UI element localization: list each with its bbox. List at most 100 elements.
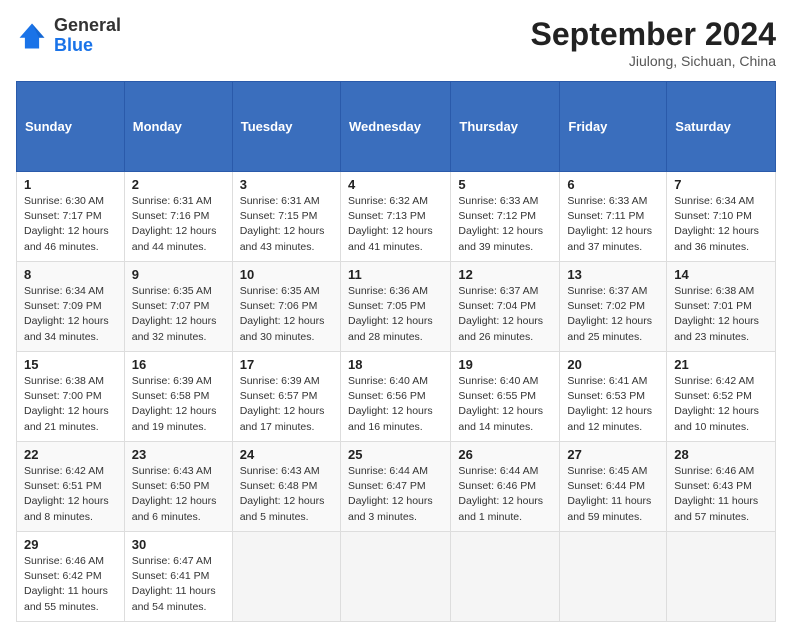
calendar-cell: 17 Sunrise: 6:39 AMSunset: 6:57 PMDayligh… bbox=[232, 352, 340, 442]
day-number: 10 bbox=[240, 267, 333, 282]
calendar-cell: 5 Sunrise: 6:33 AMSunset: 7:12 PMDaylight… bbox=[451, 172, 560, 262]
calendar-cell: 2Sunrise: 6:31 AMSunset: 7:16 PMDaylight… bbox=[124, 172, 232, 262]
calendar-cell: 6 Sunrise: 6:33 AMSunset: 7:11 PMDaylight… bbox=[560, 172, 667, 262]
calendar-cell: 3 Sunrise: 6:31 AMSunset: 7:15 PMDaylight… bbox=[232, 172, 340, 262]
day-number: 11 bbox=[348, 267, 443, 282]
cell-text: Sunrise: 6:45 AMSunset: 6:44 PMDaylight:… bbox=[567, 464, 659, 525]
logo: General Blue bbox=[16, 16, 121, 56]
day-number: 8 bbox=[24, 267, 117, 282]
cell-text: Sunrise: 6:42 AMSunset: 6:52 PMDaylight:… bbox=[674, 374, 768, 435]
day-number: 23 bbox=[132, 447, 225, 462]
cell-text: Sunrise: 6:33 AMSunset: 7:12 PMDaylight:… bbox=[458, 194, 552, 255]
cell-text: Sunrise: 6:40 AMSunset: 6:56 PMDaylight:… bbox=[348, 374, 443, 435]
calendar-cell: 14 Sunrise: 6:38 AMSunset: 7:01 PMDayligh… bbox=[667, 262, 776, 352]
calendar-cell: 30 Sunrise: 6:47 AMSunset: 6:41 PMDayligh… bbox=[124, 532, 232, 622]
calendar-cell bbox=[451, 532, 560, 622]
calendar-cell: 29 Sunrise: 6:46 AMSunset: 6:42 PMDayligh… bbox=[17, 532, 125, 622]
col-header-friday: Friday bbox=[560, 82, 667, 172]
cell-text: Sunrise: 6:40 AMSunset: 6:55 PMDaylight:… bbox=[458, 374, 552, 435]
cell-text: Sunrise: 6:39 AMSunset: 6:58 PMDaylight:… bbox=[132, 374, 225, 435]
day-number: 18 bbox=[348, 357, 443, 372]
calendar-cell bbox=[667, 532, 776, 622]
day-number: 1 bbox=[24, 177, 117, 192]
cell-text: Sunrise: 6:33 AMSunset: 7:11 PMDaylight:… bbox=[567, 194, 659, 255]
calendar-cell: 4Sunrise: 6:32 AMSunset: 7:13 PMDaylight… bbox=[340, 172, 450, 262]
cell-text: Sunrise: 6:44 AMSunset: 6:47 PMDaylight:… bbox=[348, 464, 443, 525]
cell-text: Sunrise: 6:35 AMSunset: 7:07 PMDaylight:… bbox=[132, 284, 225, 345]
title-block: September 2024 Jiulong, Sichuan, China bbox=[531, 16, 776, 69]
cell-text: Sunrise: 6:36 AMSunset: 7:05 PMDaylight:… bbox=[348, 284, 443, 345]
day-number: 22 bbox=[24, 447, 117, 462]
logo-text: General Blue bbox=[54, 16, 121, 56]
calendar-cell bbox=[340, 532, 450, 622]
cell-text: Sunrise: 6:34 AMSunset: 7:10 PMDaylight:… bbox=[674, 194, 768, 255]
calendar-cell: 26 Sunrise: 6:44 AMSunset: 6:46 PMDayligh… bbox=[451, 442, 560, 532]
cell-text: Sunrise: 6:46 AMSunset: 6:42 PMDaylight:… bbox=[24, 554, 117, 615]
calendar-table: SundayMondayTuesdayWednesdayThursdayFrid… bbox=[16, 81, 776, 622]
day-number: 26 bbox=[458, 447, 552, 462]
calendar-cell: 9 Sunrise: 6:35 AMSunset: 7:07 PMDaylight… bbox=[124, 262, 232, 352]
day-number: 6 bbox=[567, 177, 659, 192]
calendar-cell: 28 Sunrise: 6:46 AMSunset: 6:43 PMDayligh… bbox=[667, 442, 776, 532]
day-number: 27 bbox=[567, 447, 659, 462]
calendar-cell: 7 Sunrise: 6:34 AMSunset: 7:10 PMDaylight… bbox=[667, 172, 776, 262]
day-number: 16 bbox=[132, 357, 225, 372]
col-header-thursday: Thursday bbox=[451, 82, 560, 172]
day-number: 12 bbox=[458, 267, 552, 282]
day-number: 21 bbox=[674, 357, 768, 372]
cell-text: Sunrise: 6:31 AMSunset: 7:16 PMDaylight:… bbox=[132, 194, 225, 255]
day-number: 30 bbox=[132, 537, 225, 552]
calendar-cell: 12 Sunrise: 6:37 AMSunset: 7:04 PMDayligh… bbox=[451, 262, 560, 352]
cell-text: Sunrise: 6:43 AMSunset: 6:50 PMDaylight:… bbox=[132, 464, 225, 525]
day-number: 29 bbox=[24, 537, 117, 552]
calendar-cell: 22Sunrise: 6:42 AMSunset: 6:51 PMDayligh… bbox=[17, 442, 125, 532]
cell-text: Sunrise: 6:37 AMSunset: 7:04 PMDaylight:… bbox=[458, 284, 552, 345]
cell-text: Sunrise: 6:34 AMSunset: 7:09 PMDaylight:… bbox=[24, 284, 117, 345]
calendar-cell: 24 Sunrise: 6:43 AMSunset: 6:48 PMDayligh… bbox=[232, 442, 340, 532]
location: Jiulong, Sichuan, China bbox=[531, 53, 776, 69]
calendar-cell: 21 Sunrise: 6:42 AMSunset: 6:52 PMDayligh… bbox=[667, 352, 776, 442]
calendar-cell: 8 Sunrise: 6:34 AMSunset: 7:09 PMDaylight… bbox=[17, 262, 125, 352]
logo-icon bbox=[16, 20, 48, 52]
calendar-cell bbox=[232, 532, 340, 622]
day-number: 19 bbox=[458, 357, 552, 372]
calendar-cell: 25 Sunrise: 6:44 AMSunset: 6:47 PMDayligh… bbox=[340, 442, 450, 532]
cell-text: Sunrise: 6:37 AMSunset: 7:02 PMDaylight:… bbox=[567, 284, 659, 345]
cell-text: Sunrise: 6:43 AMSunset: 6:48 PMDaylight:… bbox=[240, 464, 333, 525]
day-number: 3 bbox=[240, 177, 333, 192]
calendar-cell: 23 Sunrise: 6:43 AMSunset: 6:50 PMDayligh… bbox=[124, 442, 232, 532]
day-number: 5 bbox=[458, 177, 552, 192]
calendar-cell: 15Sunrise: 6:38 AMSunset: 7:00 PMDayligh… bbox=[17, 352, 125, 442]
day-number: 7 bbox=[674, 177, 768, 192]
cell-text: Sunrise: 6:47 AMSunset: 6:41 PMDaylight:… bbox=[132, 554, 225, 615]
cell-text: Sunrise: 6:31 AMSunset: 7:15 PMDaylight:… bbox=[240, 194, 333, 255]
day-number: 9 bbox=[132, 267, 225, 282]
col-header-tuesday: Tuesday bbox=[232, 82, 340, 172]
calendar-cell: 20Sunrise: 6:41 AMSunset: 6:53 PMDayligh… bbox=[560, 352, 667, 442]
cell-text: Sunrise: 6:39 AMSunset: 6:57 PMDaylight:… bbox=[240, 374, 333, 435]
calendar-cell: 18 Sunrise: 6:40 AMSunset: 6:56 PMDayligh… bbox=[340, 352, 450, 442]
cell-text: Sunrise: 6:35 AMSunset: 7:06 PMDaylight:… bbox=[240, 284, 333, 345]
day-number: 24 bbox=[240, 447, 333, 462]
day-number: 4 bbox=[348, 177, 443, 192]
calendar-cell: 11 Sunrise: 6:36 AMSunset: 7:05 PMDayligh… bbox=[340, 262, 450, 352]
day-number: 17 bbox=[240, 357, 333, 372]
cell-text: Sunrise: 6:44 AMSunset: 6:46 PMDaylight:… bbox=[458, 464, 552, 525]
month-year: September 2024 bbox=[531, 16, 776, 53]
day-number: 25 bbox=[348, 447, 443, 462]
calendar-cell: 27 Sunrise: 6:45 AMSunset: 6:44 PMDayligh… bbox=[560, 442, 667, 532]
day-number: 20 bbox=[567, 357, 659, 372]
calendar-cell: 1 Sunrise: 6:30 AMSunset: 7:17 PMDaylight… bbox=[17, 172, 125, 262]
day-number: 13 bbox=[567, 267, 659, 282]
calendar-cell bbox=[560, 532, 667, 622]
cell-text: Sunrise: 6:38 AMSunset: 7:00 PMDaylight:… bbox=[24, 374, 117, 435]
col-header-saturday: Saturday bbox=[667, 82, 776, 172]
day-number: 14 bbox=[674, 267, 768, 282]
cell-text: Sunrise: 6:38 AMSunset: 7:01 PMDaylight:… bbox=[674, 284, 768, 345]
cell-text: Sunrise: 6:46 AMSunset: 6:43 PMDaylight:… bbox=[674, 464, 768, 525]
calendar-cell: 16 Sunrise: 6:39 AMSunset: 6:58 PMDayligh… bbox=[124, 352, 232, 442]
calendar-cell: 13 Sunrise: 6:37 AMSunset: 7:02 PMDayligh… bbox=[560, 262, 667, 352]
cell-text: Sunrise: 6:30 AMSunset: 7:17 PMDaylight:… bbox=[24, 194, 117, 255]
col-header-wednesday: Wednesday bbox=[340, 82, 450, 172]
day-number: 28 bbox=[674, 447, 768, 462]
